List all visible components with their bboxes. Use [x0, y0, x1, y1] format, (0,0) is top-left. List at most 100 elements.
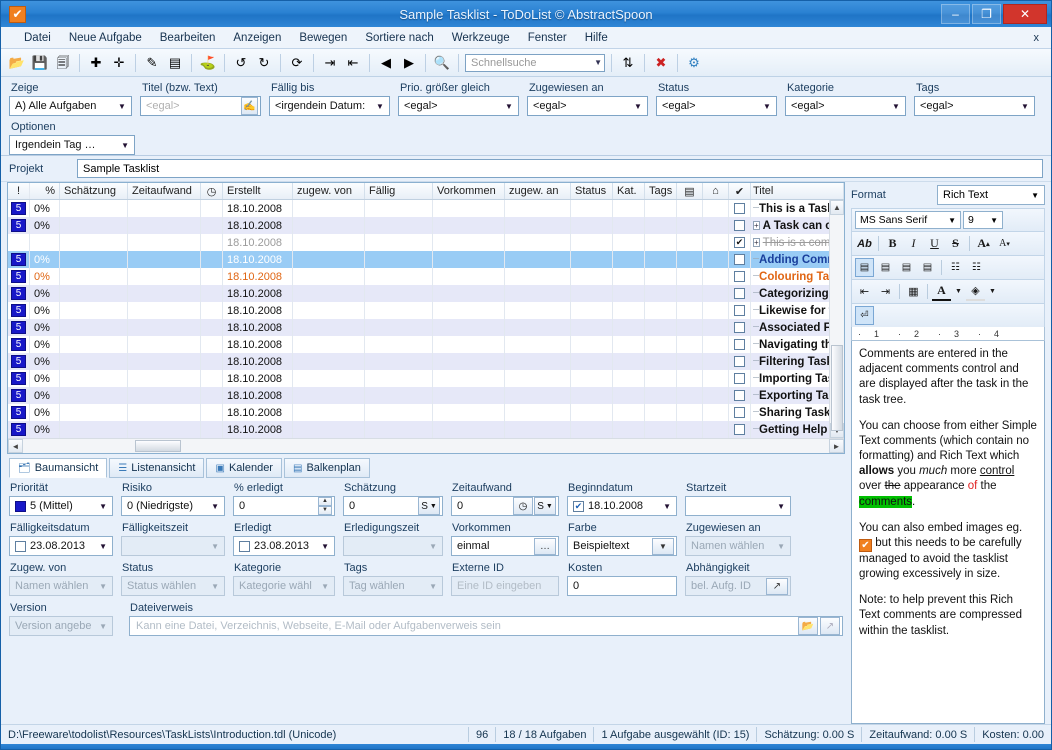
- menu-item-werkzeuge[interactable]: Werkzeuge: [443, 30, 519, 46]
- forward-icon[interactable]: ▶: [399, 53, 419, 73]
- task-title[interactable]: This is a Task: [759, 203, 829, 215]
- save-icon[interactable]: 💾: [30, 53, 50, 73]
- attr-control-percent-done[interactable]: 0 ▲ ▼: [233, 496, 335, 516]
- chevron-down-icon[interactable]: ▼: [652, 537, 674, 555]
- attr-control-start-date[interactable]: ✔ 18.10.2008 ▼: [567, 496, 677, 516]
- column-header-tags[interactable]: Tags: [645, 183, 677, 199]
- increase-font-icon[interactable]: A ▴: [974, 234, 993, 253]
- done-checkbox[interactable]: [734, 203, 745, 214]
- column-header-category[interactable]: Kat.: [613, 183, 645, 199]
- column-header-tracking[interactable]: ◷: [201, 183, 223, 199]
- attr-control-allocated-by[interactable]: Namen wählen ▼: [9, 576, 113, 596]
- done-checkbox[interactable]: [734, 407, 745, 418]
- table-row[interactable]: 5 0% 18.10.2008 ┄Filtering Tasks[O: [8, 353, 829, 370]
- attr-control-due-time[interactable]: ▼: [121, 536, 225, 556]
- edit-task-icon[interactable]: ✎: [142, 53, 162, 73]
- filter-control-5[interactable]: <egal> ▼: [655, 96, 777, 116]
- spinner-percent-done[interactable]: ▲ ▼: [318, 497, 332, 515]
- task-title[interactable]: Adding Comments: [759, 254, 829, 266]
- new-task-icon[interactable]: ✚: [86, 53, 106, 73]
- attr-control-category[interactable]: Kategorie wähl ▼: [233, 576, 335, 596]
- table-row[interactable]: 5 0% 18.10.2008 ┄Importing Tasks: [8, 370, 829, 387]
- done-checkbox[interactable]: [734, 322, 745, 333]
- project-name-input[interactable]: Sample Tasklist: [77, 159, 1043, 178]
- font-colour-dropdown-icon[interactable]: ▼: [953, 282, 964, 301]
- column-header-file-ref[interactable]: ▤: [677, 183, 703, 199]
- attr-control-allocated-to[interactable]: Namen wählen ▼: [685, 536, 791, 556]
- filter-control-0[interactable]: A) Alle Aufgaben ▼: [9, 96, 132, 116]
- menu-item-anzeigen[interactable]: Anzeigen: [224, 30, 290, 46]
- menu-item-fenster[interactable]: Fenster: [519, 30, 576, 46]
- close-button[interactable]: ✕: [1003, 4, 1047, 24]
- table-row[interactable]: 5 0% 18.10.2008 ┄Getting Help[Ther: [8, 421, 829, 438]
- table-row[interactable]: 5 0% 18.10.2008 ┄This is a Task[Nev: [8, 200, 829, 217]
- task-list-horizontal-scrollbar[interactable]: ◄ ►: [8, 438, 844, 453]
- attr-checkbox-start-date[interactable]: ✔: [573, 500, 584, 512]
- task-title[interactable]: Getting Help: [759, 424, 827, 436]
- decrease-indent-icon[interactable]: ⇤: [855, 282, 874, 301]
- menu-item-neue-aufgabe[interactable]: Neue Aufgabe: [60, 30, 151, 46]
- preferences-gear-icon[interactable]: ⚙: [684, 53, 704, 73]
- table-row[interactable]: 5 0% 18.10.2008 ┄Sharing Tasklists: [8, 404, 829, 421]
- attr-control-status[interactable]: Status wählen ▼: [121, 576, 225, 596]
- filter-options-combo[interactable]: Irgendein Tag … ▼: [9, 135, 135, 155]
- increase-indent-icon[interactable]: ⇥: [876, 282, 895, 301]
- attr-control-colour[interactable]: Beispieltext ▼: [567, 536, 677, 556]
- task-list-vertical-scrollbar[interactable]: ▲ ▼: [829, 200, 844, 438]
- clear-format-icon[interactable]: Ab: [855, 234, 874, 253]
- vscroll-track[interactable]: [830, 215, 844, 431]
- quick-search-input[interactable]: Schnellsuche ▼: [465, 53, 605, 72]
- maximize-button[interactable]: ❐: [972, 4, 1001, 24]
- done-checkbox[interactable]: ✔: [734, 237, 745, 248]
- attr-checkbox-due-date[interactable]: [15, 540, 26, 552]
- expand-toggle-icon[interactable]: +: [753, 221, 760, 230]
- table-row[interactable]: 5 0% 18.10.2008 ┄Colouring Tasks[: [8, 268, 829, 285]
- decrease-font-icon[interactable]: A ▾: [995, 234, 1014, 253]
- done-checkbox[interactable]: [734, 271, 745, 282]
- scroll-left-icon[interactable]: ◄: [8, 439, 23, 453]
- underline-icon[interactable]: U: [925, 234, 944, 253]
- view-tab-baumansicht[interactable]: 🗂 Baumansicht: [9, 458, 108, 478]
- align-center-icon[interactable]: ▤: [876, 258, 895, 277]
- task-title[interactable]: Likewise for the ta: [759, 305, 829, 317]
- hscroll-track[interactable]: [23, 439, 829, 453]
- fileref-input[interactable]: Kann eine Datei, Verzeichnis, Webseite, …: [129, 616, 843, 636]
- table-row[interactable]: 5 0% 18.10.2008 ┄Associated Files w: [8, 319, 829, 336]
- redo-icon[interactable]: ↻: [254, 53, 274, 73]
- delete-icon[interactable]: ✖: [651, 53, 671, 73]
- filter-control-4[interactable]: <egal> ▼: [526, 96, 648, 116]
- column-header-estimate[interactable]: Schätzung: [60, 183, 128, 199]
- attr-control-recurrence[interactable]: einmal…: [451, 536, 559, 556]
- done-checkbox[interactable]: [734, 254, 745, 265]
- bold-icon[interactable]: B: [883, 234, 902, 253]
- menu-item-bearbeiten[interactable]: Bearbeiten: [151, 30, 225, 46]
- column-header-due[interactable]: Fällig: [365, 183, 433, 199]
- task-title[interactable]: Importing Tasks: [759, 373, 829, 385]
- close-document-button[interactable]: x: [1034, 32, 1040, 44]
- refresh-icon[interactable]: ⟳: [287, 53, 307, 73]
- menu-item-hilfe[interactable]: Hilfe: [576, 30, 617, 46]
- font-name-combo[interactable]: MS Sans Serif ▼: [855, 211, 961, 229]
- task-title[interactable]: Categorizing Task: [759, 288, 829, 300]
- done-checkbox[interactable]: [734, 356, 745, 367]
- task-title[interactable]: This is a completed ta: [763, 237, 829, 249]
- column-header-done[interactable]: ✔: [729, 183, 751, 199]
- done-checkbox[interactable]: [734, 373, 745, 384]
- unit-combo-time-spent[interactable]: S ▼: [534, 497, 556, 515]
- attr-control-start-time[interactable]: ▼: [685, 496, 791, 516]
- filter-control-2[interactable]: <irgendein Datum: ▼: [268, 96, 390, 116]
- task-title[interactable]: Exporting Tasks: [759, 390, 829, 402]
- menu-item-bewegen[interactable]: Bewegen: [290, 30, 356, 46]
- attr-control-time-spent[interactable]: 0 ◷ S ▼: [451, 496, 559, 516]
- browse-folder-icon[interactable]: 📂: [798, 617, 818, 635]
- table-row[interactable]: 5 0% 18.10.2008 +A Task can contai: [8, 217, 829, 234]
- numbered-list-icon[interactable]: ☷: [967, 258, 986, 277]
- attr-control-done-time[interactable]: ▼: [343, 536, 443, 556]
- table-row[interactable]: 18.10.2008 ✔ +This is a completed ta: [8, 234, 829, 251]
- done-checkbox[interactable]: [734, 339, 745, 350]
- font-colour-icon[interactable]: A: [932, 282, 951, 301]
- done-checkbox[interactable]: [734, 305, 745, 316]
- task-title[interactable]: A Task can contai: [763, 220, 829, 232]
- attr-checkbox-done-date[interactable]: [239, 540, 250, 552]
- find-icon[interactable]: 🔍: [432, 53, 452, 73]
